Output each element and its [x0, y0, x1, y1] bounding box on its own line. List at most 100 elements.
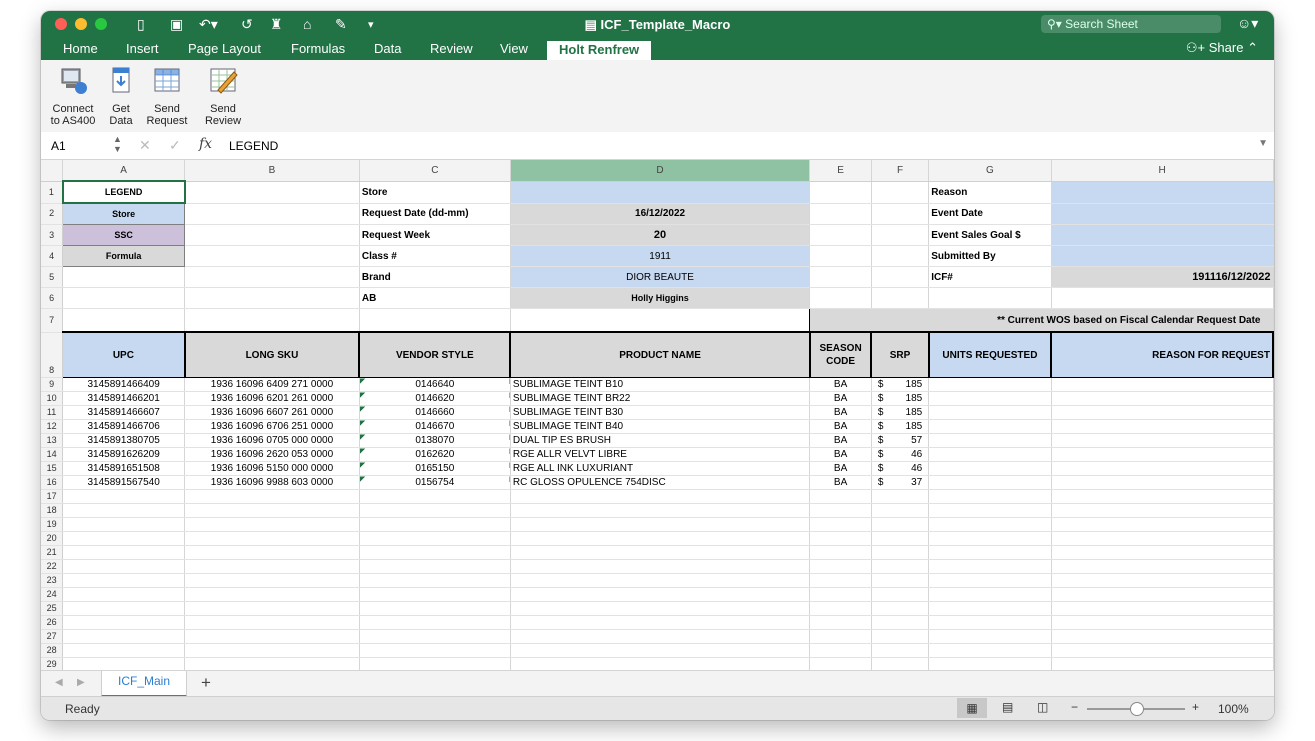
- cell[interactable]: [184, 559, 360, 574]
- cancel-icon[interactable]: ✕: [139, 137, 151, 154]
- vendor-style-cell[interactable]: 0165150: [359, 461, 511, 476]
- tab-view[interactable]: View: [500, 40, 528, 60]
- cell[interactable]: [184, 531, 360, 546]
- cell[interactable]: [510, 545, 811, 560]
- cell[interactable]: [928, 601, 1052, 616]
- cell[interactable]: [359, 573, 511, 588]
- vendor-style-cell[interactable]: 0156754: [359, 475, 511, 490]
- season-code-cell[interactable]: BA: [809, 405, 872, 420]
- cell[interactable]: [184, 266, 360, 288]
- request-date-label[interactable]: Request Date (dd-mm): [359, 203, 511, 225]
- long-sku-cell[interactable]: 1936 16096 2620 053 0000: [184, 447, 360, 462]
- event-sales-goal-input[interactable]: [1051, 224, 1274, 246]
- srp-cell[interactable]: $46: [871, 447, 930, 462]
- product-name-cell[interactable]: RGE ALLR VELVT LIBRE: [510, 447, 811, 462]
- header-vendor-style[interactable]: VENDOR STYLE: [359, 331, 512, 378]
- cell[interactable]: [809, 203, 872, 225]
- cell[interactable]: [1051, 587, 1274, 602]
- cell[interactable]: [809, 287, 872, 309]
- zoom-out-button[interactable]: −: [1071, 700, 1078, 714]
- cell[interactable]: [809, 531, 872, 546]
- cell[interactable]: [184, 489, 360, 504]
- cell[interactable]: [871, 181, 930, 204]
- search-sheet-input[interactable]: ⚲▾ Search Sheet: [1041, 15, 1221, 33]
- upc-cell[interactable]: 3145891466607: [62, 405, 186, 420]
- product-name-cell[interactable]: RGE ALL INK LUXURIANT: [510, 461, 811, 476]
- name-box[interactable]: A1: [51, 139, 66, 153]
- cell[interactable]: [184, 287, 360, 309]
- cell[interactable]: [510, 573, 811, 588]
- cell[interactable]: [359, 545, 511, 560]
- cell[interactable]: [510, 629, 811, 644]
- cell[interactable]: [184, 203, 360, 225]
- cell[interactable]: [1051, 615, 1274, 630]
- cell[interactable]: [1051, 489, 1274, 504]
- row-header[interactable]: 26: [41, 615, 64, 630]
- cell[interactable]: [510, 503, 811, 518]
- season-code-cell[interactable]: BA: [809, 447, 872, 462]
- cell[interactable]: [871, 545, 930, 560]
- cell[interactable]: [809, 587, 872, 602]
- column-header-c[interactable]: C: [359, 160, 511, 182]
- cell[interactable]: [809, 181, 872, 204]
- request-week-value[interactable]: 20: [510, 224, 811, 246]
- cell[interactable]: [809, 545, 872, 560]
- units-requested-cell[interactable]: [928, 475, 1052, 490]
- zoom-in-button[interactable]: +: [1192, 700, 1199, 714]
- long-sku-cell[interactable]: 1936 16096 5150 000 0000: [184, 461, 360, 476]
- name-box-stepper-icon[interactable]: ▲ ▼: [113, 134, 122, 154]
- upc-cell[interactable]: 3145891567540: [62, 475, 186, 490]
- cell[interactable]: [184, 224, 360, 246]
- units-requested-cell[interactable]: [928, 461, 1052, 476]
- cell[interactable]: [184, 615, 360, 630]
- event-date-input[interactable]: [1051, 203, 1274, 225]
- column-header-h[interactable]: H: [1051, 160, 1274, 182]
- connect-as400-button[interactable]: Connect to AS400: [49, 66, 97, 127]
- cell[interactable]: [359, 489, 511, 504]
- cell[interactable]: [928, 489, 1052, 504]
- cell[interactable]: [184, 573, 360, 588]
- brand-value[interactable]: DIOR BEAUTE: [510, 266, 811, 288]
- tab-home[interactable]: Home: [63, 40, 98, 60]
- cell[interactable]: [510, 587, 811, 602]
- cell[interactable]: [871, 601, 930, 616]
- cell[interactable]: [510, 615, 811, 630]
- upc-cell[interactable]: 3145891466706: [62, 419, 186, 434]
- cell[interactable]: [184, 245, 360, 267]
- cell[interactable]: [1051, 601, 1274, 616]
- cell[interactable]: [871, 503, 930, 518]
- row-header[interactable]: 22: [41, 559, 64, 574]
- cell[interactable]: [509, 308, 811, 333]
- cell[interactable]: [62, 489, 186, 504]
- cell[interactable]: [184, 629, 360, 644]
- ab-value[interactable]: Holly Higgins: [510, 287, 811, 309]
- cell[interactable]: [1051, 517, 1274, 532]
- reason-cell[interactable]: [1051, 377, 1274, 392]
- srp-cell[interactable]: $57: [871, 433, 930, 448]
- cell[interactable]: [871, 266, 930, 288]
- row-header[interactable]: 15: [41, 461, 64, 476]
- product-name-cell[interactable]: SUBLIMAGE TEINT BR22: [510, 391, 811, 406]
- srp-cell[interactable]: $185: [871, 377, 930, 392]
- cell[interactable]: [1051, 573, 1274, 588]
- header-srp[interactable]: SRP: [871, 331, 930, 378]
- cell[interactable]: [928, 287, 1052, 309]
- cell[interactable]: [359, 629, 511, 644]
- srp-cell[interactable]: $185: [871, 405, 930, 420]
- reason-label[interactable]: Reason: [928, 181, 1052, 204]
- store-input[interactable]: [510, 181, 811, 204]
- units-requested-cell[interactable]: [928, 391, 1052, 406]
- row-header[interactable]: 10: [41, 391, 64, 406]
- cell[interactable]: [184, 308, 360, 333]
- column-header-f[interactable]: F: [871, 160, 930, 182]
- cell[interactable]: [928, 517, 1052, 532]
- cell[interactable]: [1051, 545, 1274, 560]
- expand-formula-icon[interactable]: ▼: [1258, 138, 1268, 149]
- upc-cell[interactable]: 3145891380705: [62, 433, 186, 448]
- cell[interactable]: [871, 517, 930, 532]
- cell[interactable]: [871, 559, 930, 574]
- cell[interactable]: [809, 559, 872, 574]
- zoom-level[interactable]: 100%: [1218, 702, 1249, 716]
- cell[interactable]: [809, 615, 872, 630]
- srp-cell[interactable]: $185: [871, 419, 930, 434]
